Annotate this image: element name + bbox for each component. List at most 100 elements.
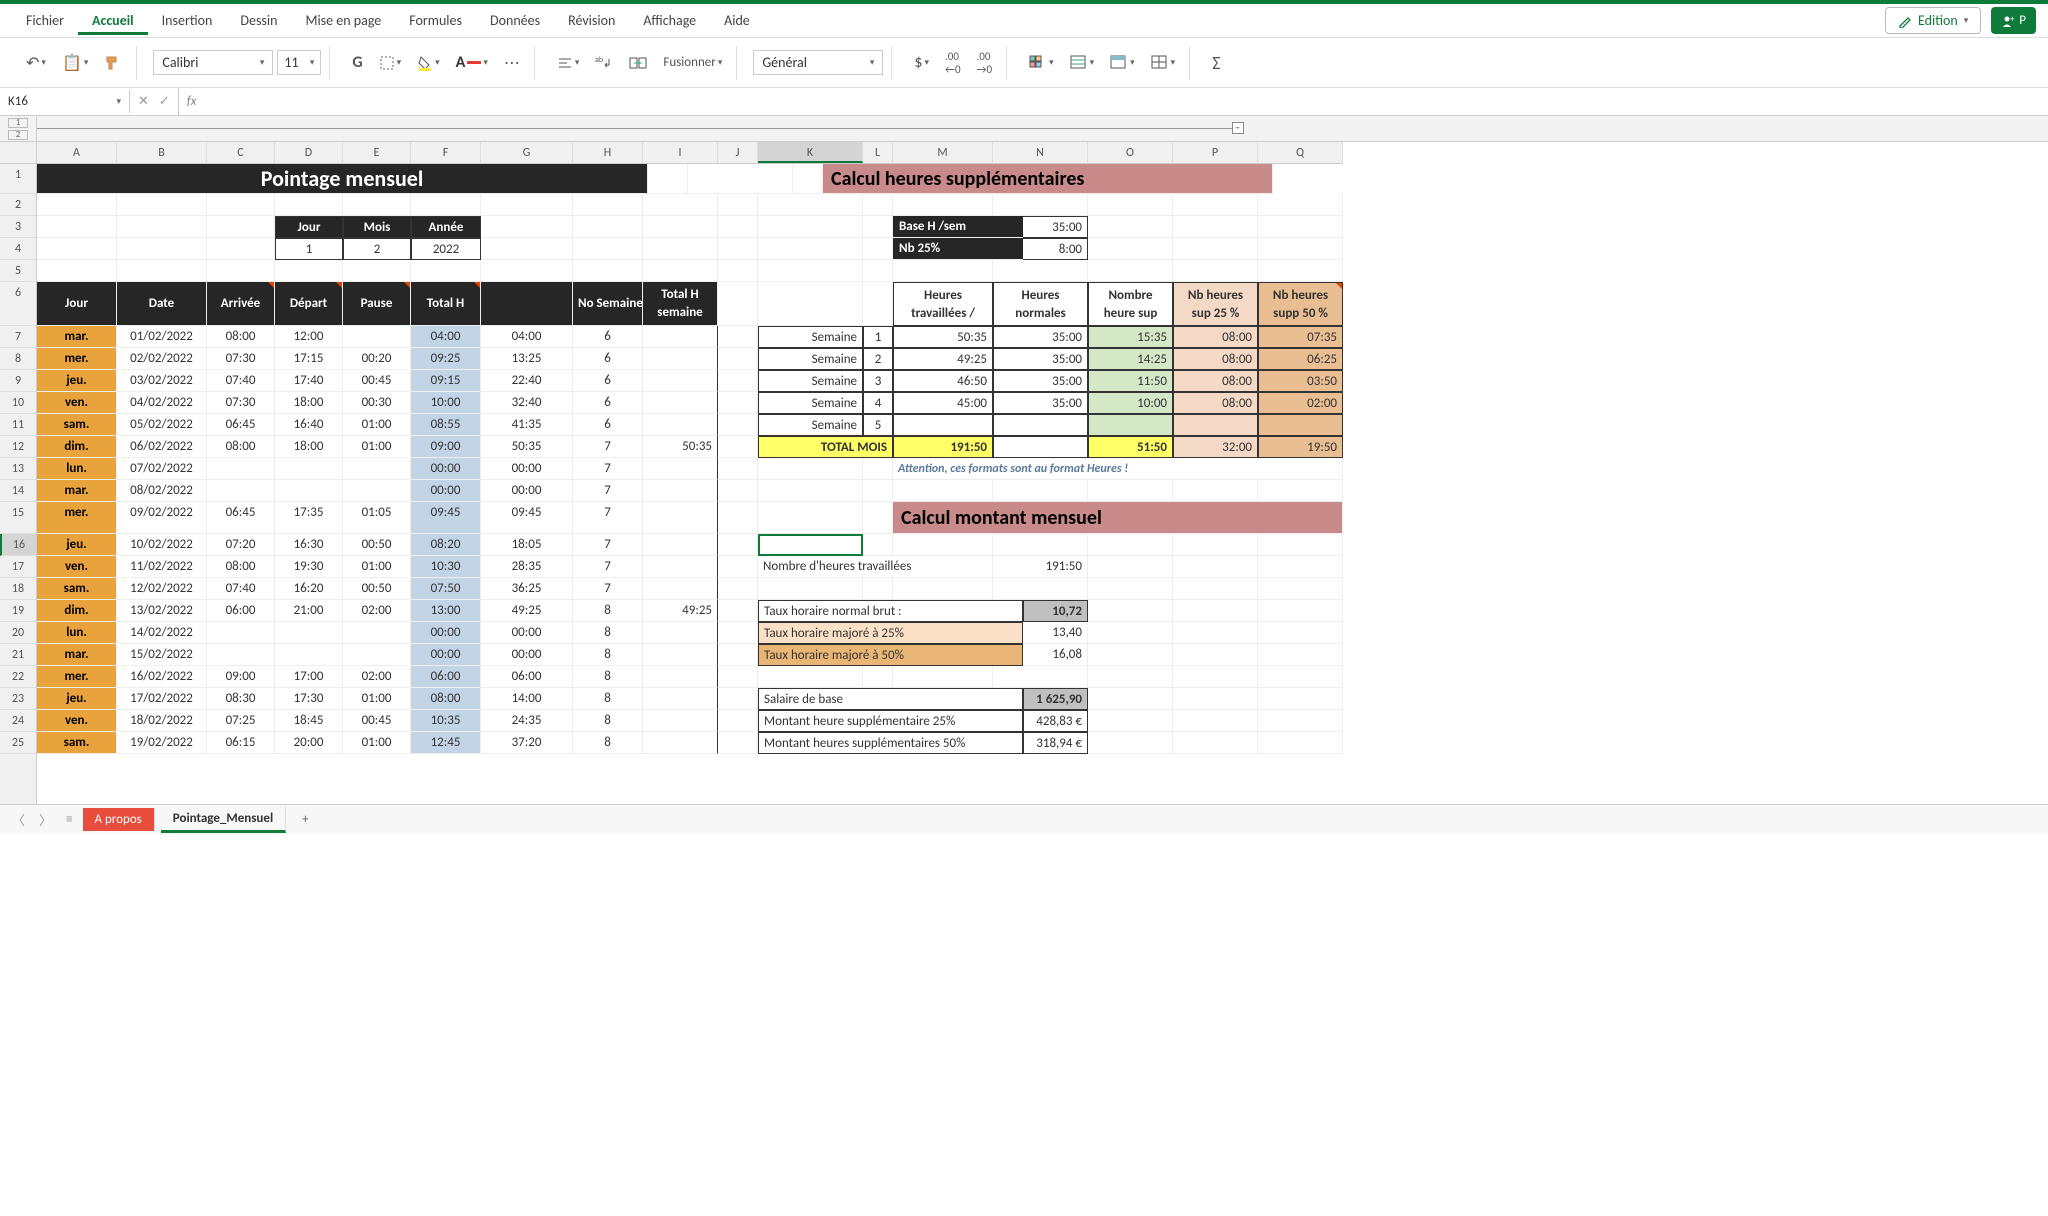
row-header-13[interactable]: 13 xyxy=(0,458,36,480)
row-header-19[interactable]: 19 xyxy=(0,600,36,622)
col-header-M[interactable]: M xyxy=(893,142,993,163)
currency-button[interactable]: $▾ xyxy=(908,49,935,76)
outline-levels[interactable]: 12 xyxy=(0,117,37,141)
row-header-6[interactable]: 6 xyxy=(0,282,36,326)
fill-color-button[interactable]: ▾ xyxy=(411,51,446,75)
undo-button[interactable]: ↶▾ xyxy=(20,49,52,77)
menu-fichier[interactable]: Fichier xyxy=(12,6,78,35)
outline-collapse-button[interactable]: − xyxy=(1232,122,1244,134)
conditional-format-button[interactable]: ▾ xyxy=(1023,51,1060,75)
tab-next-button[interactable]: 〉 xyxy=(35,810,56,829)
row-header-8[interactable]: 8 xyxy=(0,348,36,370)
edition-mode-button[interactable]: Edition ▾ xyxy=(1885,7,1981,34)
row-header-4[interactable]: 4 xyxy=(0,238,36,260)
row-header-10[interactable]: 10 xyxy=(0,392,36,414)
ribbon: ↶▾ 📋▾ Calibri▾ 11▾ G ▾ ▾ A▾ ⋯ ▾ ab Fusio… xyxy=(0,38,2048,88)
col-header-P[interactable]: P xyxy=(1173,142,1258,163)
edition-label: Edition xyxy=(1918,12,1958,29)
row-header-14[interactable]: 14 xyxy=(0,480,36,502)
row-header-25[interactable]: 25 xyxy=(0,732,36,754)
menu-bar: Fichier Accueil Insertion Dessin Mise en… xyxy=(0,4,2048,38)
row-header-7[interactable]: 7 xyxy=(0,326,36,348)
row-header-5[interactable]: 5 xyxy=(0,260,36,282)
fx-icon[interactable]: fx xyxy=(179,94,205,109)
col-header-N[interactable]: N xyxy=(993,142,1088,163)
row-header-1[interactable]: 1 xyxy=(0,164,36,194)
row-header-2[interactable]: 2 xyxy=(0,194,36,216)
borders-button[interactable]: ▾ xyxy=(373,51,408,75)
increase-decimal-button[interactable]: .00←0 xyxy=(939,46,967,80)
col-header-E[interactable]: E xyxy=(343,142,411,163)
col-header-I[interactable]: I xyxy=(643,142,718,163)
svg-text:+: + xyxy=(2010,14,2015,25)
table-style-button[interactable]: ▾ xyxy=(1064,51,1101,75)
decrease-decimal-button[interactable]: .00→0 xyxy=(971,46,999,80)
col-header-D[interactable]: D xyxy=(275,142,343,163)
row-header-3[interactable]: 3 xyxy=(0,216,36,238)
row-header-11[interactable]: 11 xyxy=(0,414,36,436)
outline-bar: 12 − xyxy=(0,116,2048,142)
insert-cells-button[interactable]: ▾ xyxy=(1145,51,1182,75)
page-title: Pointage mensuel xyxy=(37,164,648,194)
menu-revision[interactable]: Révision xyxy=(554,6,629,35)
col-header-J[interactable]: J xyxy=(718,142,758,163)
spreadsheet-grid[interactable]: Pointage mensuel Calcul heures supplément… xyxy=(37,164,2048,804)
menu-mise-en-page[interactable]: Mise en page xyxy=(291,6,395,35)
confirm-icon[interactable]: ✓ xyxy=(159,94,170,109)
row-header-17[interactable]: 17 xyxy=(0,556,36,578)
menu-formules[interactable]: Formules xyxy=(395,6,476,35)
wrap-text-button[interactable]: ab xyxy=(589,51,619,75)
paste-button[interactable]: 📋▾ xyxy=(56,49,94,77)
font-size-select[interactable]: 11▾ xyxy=(277,50,321,75)
number-format-select[interactable]: Général▾ xyxy=(753,50,883,75)
menu-aide[interactable]: Aide xyxy=(710,6,764,35)
cancel-icon[interactable]: ✕ xyxy=(138,94,149,109)
cell-style-button[interactable]: ▾ xyxy=(1104,51,1141,75)
col-header-O[interactable]: O xyxy=(1088,142,1173,163)
active-cell xyxy=(758,534,863,556)
align-button[interactable]: ▾ xyxy=(551,51,586,75)
menu-dessin[interactable]: Dessin xyxy=(226,6,291,35)
select-all-corner[interactable] xyxy=(0,142,37,164)
col-header-B[interactable]: B xyxy=(117,142,207,163)
font-color-button[interactable]: A▾ xyxy=(450,49,494,76)
row-header-20[interactable]: 20 xyxy=(0,622,36,644)
sup-title: Calcul heures supplémentaires xyxy=(823,164,1273,194)
col-header-C[interactable]: C xyxy=(207,142,275,163)
menu-insertion[interactable]: Insertion xyxy=(148,6,227,35)
row-header-22[interactable]: 22 xyxy=(0,666,36,688)
row-header-24[interactable]: 24 xyxy=(0,710,36,732)
merge-cells-button[interactable]: Fusionner ▾ xyxy=(657,51,728,74)
row-header-23[interactable]: 23 xyxy=(0,688,36,710)
all-sheets-button[interactable]: ≡ xyxy=(62,812,76,827)
autosum-button[interactable]: Σ xyxy=(1206,48,1226,78)
col-header-Q[interactable]: Q xyxy=(1258,142,1343,163)
name-box[interactable]: K16▾ xyxy=(0,90,130,113)
col-header-F[interactable]: F xyxy=(411,142,481,163)
more-formatting-button[interactable]: ⋯ xyxy=(498,49,526,77)
share-button[interactable]: + P xyxy=(1991,7,2036,34)
svg-text:ab: ab xyxy=(595,55,603,65)
menu-accueil[interactable]: Accueil xyxy=(78,6,148,35)
menu-donnees[interactable]: Données xyxy=(476,6,554,35)
col-header-A[interactable]: A xyxy=(37,142,117,163)
bold-button[interactable]: G xyxy=(346,49,368,76)
font-family-select[interactable]: Calibri▾ xyxy=(153,50,273,75)
row-header-18[interactable]: 18 xyxy=(0,578,36,600)
col-header-G[interactable]: G xyxy=(481,142,573,163)
col-header-L[interactable]: L xyxy=(863,142,893,163)
merge-icon-button[interactable] xyxy=(623,51,653,75)
col-header-H[interactable]: H xyxy=(573,142,643,163)
tab-prev-button[interactable]: 〈 xyxy=(8,810,29,829)
row-header-16[interactable]: 16 xyxy=(0,534,36,556)
row-header-21[interactable]: 21 xyxy=(0,644,36,666)
add-sheet-button[interactable]: + xyxy=(292,808,318,831)
row-header-9[interactable]: 9 xyxy=(0,370,36,392)
row-header-15[interactable]: 15 xyxy=(0,502,36,534)
format-painter-button[interactable] xyxy=(98,50,128,76)
sheet-tab-apropos[interactable]: A propos xyxy=(83,808,155,831)
menu-affichage[interactable]: Affichage xyxy=(629,6,710,35)
row-header-12[interactable]: 12 xyxy=(0,436,36,458)
col-header-K[interactable]: K xyxy=(758,142,863,163)
sheet-tab-pointage[interactable]: Pointage_Mensuel xyxy=(161,807,286,833)
